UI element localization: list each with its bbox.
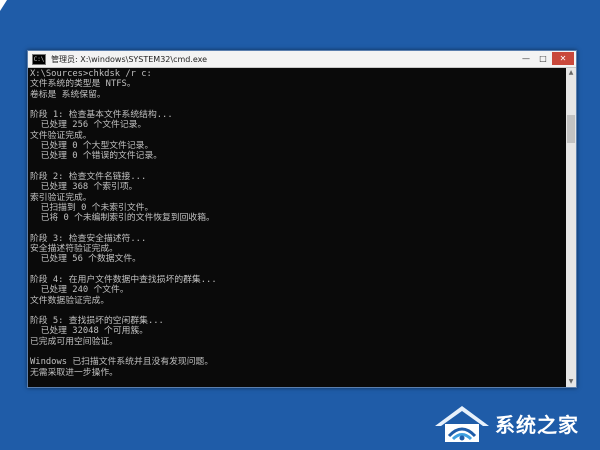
console-line: 已将 0 个未编制索引的文件恢复到回收箱。 <box>30 213 215 224</box>
close-button[interactable]: ✕ <box>552 52 574 65</box>
console-line: 安全描述符验证完成。 <box>30 244 118 255</box>
console-line: 已处理 0 个错误的文件记录。 <box>30 151 163 162</box>
console-line: 已处理 256 个文件记录。 <box>30 120 147 131</box>
console-line: 已处理 56 个数据文件。 <box>30 254 141 265</box>
console-line: 文件验证完成。 <box>30 130 92 141</box>
vertical-scrollbar[interactable]: ▲ ▼ <box>566 68 576 387</box>
console-line: 已处理 0 个大型文件记录。 <box>30 141 154 152</box>
minimize-button[interactable]: — <box>518 52 534 65</box>
scroll-down-arrow-icon[interactable]: ▼ <box>566 377 576 387</box>
cmd-window[interactable]: C:\ 管理员: X:\windows\SYSTEM32\cmd.exe — □… <box>27 50 577 388</box>
mouse-cursor <box>0 0 7 11</box>
console-line: 阶段 5: 查找损坏的空闲群集... <box>30 316 164 327</box>
console-line: 索引验证完成。 <box>30 192 92 203</box>
console-line: 文件数据验证完成。 <box>30 295 110 306</box>
console-line: 已处理 368 个索引项。 <box>30 182 138 193</box>
console-output[interactable]: X:\Sources>chkdsk /r c: 文件系统的类型是 NTFS。 卷标是… <box>30 69 565 385</box>
console-line: 阶段 4: 在用户文件数据中查找损坏的群集... <box>30 274 217 285</box>
console-line: 阶段 2: 检查文件名链接... <box>30 171 147 182</box>
scroll-up-arrow-icon[interactable]: ▲ <box>566 68 576 78</box>
window-controls: — □ ✕ <box>517 52 574 65</box>
console-line: 阶段 1: 检查基本文件系统结构... <box>30 110 173 121</box>
maximize-button[interactable]: □ <box>535 52 551 65</box>
house-logo-icon <box>435 405 489 442</box>
watermark-text: 系统之家 <box>495 413 579 437</box>
title-bar[interactable]: C:\ 管理员: X:\windows\SYSTEM32\cmd.exe — □… <box>28 51 576 68</box>
console-line: 已扫描到 0 个未索引文件。 <box>30 202 154 213</box>
console-line: 卷标是 系统保留。 <box>30 89 106 100</box>
console-line: 已处理 240 个文件。 <box>30 285 129 296</box>
console-line: Windows 已扫描文件系统并且没有发现问题。 <box>30 357 214 368</box>
console-line: 已完成可用空间验证。 <box>30 336 118 347</box>
scroll-thumb[interactable] <box>567 115 575 143</box>
console-line: 文件系统的类型是 NTFS。 <box>30 79 136 90</box>
console-line: 已处理 32048 个可用簇。 <box>30 326 149 337</box>
site-watermark: 系统之家 <box>425 397 600 450</box>
cmd-icon: C:\ <box>32 53 46 65</box>
console-line: 阶段 3: 检查安全描述符... <box>30 233 147 244</box>
console-line: X:\Sources>chkdsk /r c: <box>30 69 152 79</box>
window-title: 管理员: X:\windows\SYSTEM32\cmd.exe <box>51 54 208 64</box>
console-line: 无需采取进一步操作。 <box>30 367 118 378</box>
